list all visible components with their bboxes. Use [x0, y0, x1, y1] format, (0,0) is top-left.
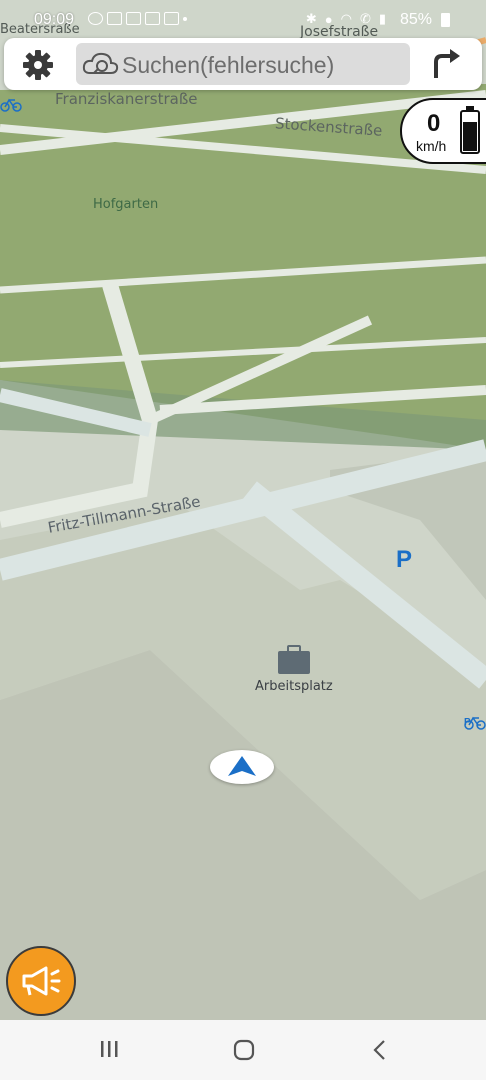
speedometer: 0 km/h: [400, 98, 486, 164]
call-icon: ✆: [359, 11, 371, 26]
ntv-icon: [145, 12, 160, 25]
cloud-search-icon: [82, 52, 119, 74]
street-label-franziskanerstrasse: Franziskanerstraße: [55, 90, 198, 108]
mail-icon: [164, 12, 179, 25]
route-button[interactable]: [428, 46, 464, 82]
speaker-button[interactable]: [6, 946, 76, 1016]
turn-right-icon: [434, 49, 460, 78]
wifi-icon: ◠: [340, 11, 352, 26]
location-icon: ●: [324, 11, 333, 27]
recent-apps-icon[interactable]: [98, 1038, 120, 1065]
signal-icon: ▮: [378, 11, 386, 26]
speed-value: 0: [427, 110, 441, 137]
search-placeholder: Suchen(fehlersuche): [122, 52, 335, 78]
place-label-hofgarten: Hofgarten: [93, 197, 159, 212]
status-bar: 09:09 ✱ ● ◠ ✆ ▮ 85%: [0, 0, 486, 36]
back-icon[interactable]: [370, 1038, 390, 1067]
briefcase-icon[interactable]: [276, 644, 312, 676]
battery-icon: [441, 13, 450, 27]
speed-unit: km/h: [416, 138, 447, 154]
current-position-marker: [210, 750, 274, 784]
place-label-arbeitsplatz: Arbeitsplatz: [255, 679, 333, 694]
megaphone-icon: [22, 966, 61, 996]
top-bar: Suchen(fehlersuche): [4, 38, 482, 90]
bike-parking-icon[interactable]: P: [464, 714, 486, 730]
dot-icon: [183, 17, 187, 21]
mail-icon: [107, 12, 122, 25]
status-time: 09:09: [34, 11, 75, 28]
search-field[interactable]: Suchen(fehlersuche): [76, 43, 410, 85]
battery-level-icon: [460, 110, 480, 154]
whatsapp-icon: [88, 12, 103, 25]
gallery-icon: [126, 12, 141, 25]
battery-level-fill: [463, 122, 477, 151]
parking-icon[interactable]: P: [396, 546, 412, 574]
system-icons: ✱ ● ◠ ✆ ▮: [306, 11, 386, 27]
gear-icon: [23, 50, 53, 80]
bluetooth-icon: ✱: [305, 11, 317, 26]
settings-button[interactable]: [20, 48, 56, 82]
home-icon[interactable]: [232, 1038, 256, 1067]
notification-icons: [88, 12, 187, 25]
battery-percentage: 85%: [399, 11, 432, 28]
system-nav-bar: [0, 1020, 486, 1080]
